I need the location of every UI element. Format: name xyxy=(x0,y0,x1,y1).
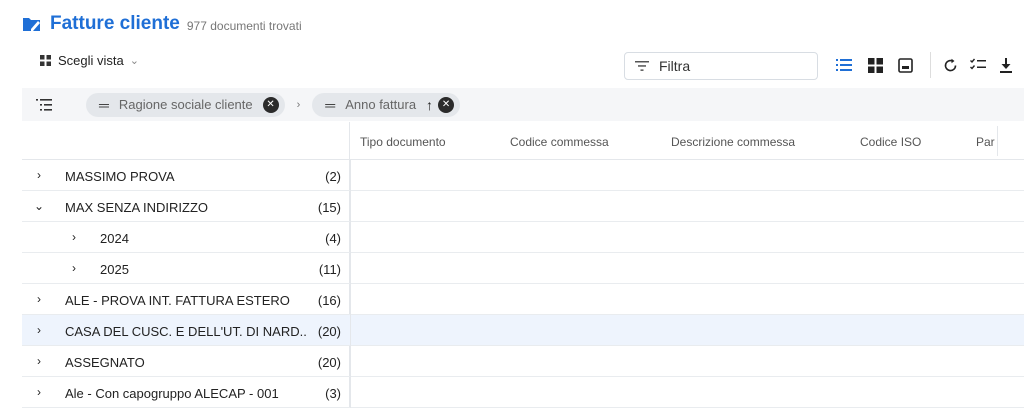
drag-handle-icon: ═ xyxy=(325,96,336,113)
drag-handle-icon: ═ xyxy=(99,96,109,113)
filter-field[interactable] xyxy=(624,52,818,80)
column-header-codice-iso[interactable]: Codice ISO xyxy=(860,135,921,149)
table-row[interactable]: ⌄ MAX SENZA INDIRIZZO (15) xyxy=(22,191,1024,222)
group-chip-label: Ragione sociale cliente xyxy=(118,97,253,112)
group-chip-label: Anno fattura xyxy=(345,97,417,112)
pane-splitter xyxy=(350,160,351,191)
refresh-icon xyxy=(944,58,956,71)
data-grid: Tipo documento Codice commessa Descrizio… xyxy=(22,122,1024,408)
page-header: Fatture cliente 977 documenti trovati xyxy=(22,12,302,36)
chevron-right-icon: › xyxy=(296,98,301,111)
filter-input[interactable] xyxy=(659,58,809,74)
column-header-tipo-documento[interactable]: Tipo documento xyxy=(360,135,446,149)
list-icon xyxy=(836,59,852,71)
table-row[interactable]: › CASA DEL CUSC. E DELL'UT. DI NARD... (… xyxy=(22,315,1024,346)
folder-edit-icon xyxy=(23,18,40,31)
column-divider xyxy=(997,126,998,156)
close-icon[interactable]: ✕ xyxy=(262,96,279,113)
chevron-right-icon[interactable]: › xyxy=(32,168,46,182)
pane-splitter xyxy=(350,284,351,315)
list-view-button[interactable] xyxy=(834,56,854,74)
pane-splitter xyxy=(350,377,351,408)
group-count: (20) xyxy=(317,324,341,339)
table-row[interactable]: › 2024 (4) xyxy=(22,222,1024,253)
group-count: (15) xyxy=(317,200,341,215)
table-row[interactable]: › MASSIMO PROVA (2) xyxy=(22,160,1024,191)
card-view-button[interactable] xyxy=(895,56,915,74)
image-card-icon xyxy=(897,57,913,73)
chevron-right-icon[interactable]: › xyxy=(32,292,46,306)
group-count: (3) xyxy=(325,386,341,401)
group-label: ASSEGNATO xyxy=(65,355,145,370)
refresh-button[interactable] xyxy=(940,56,960,74)
document-count: 977 documenti trovati xyxy=(186,18,302,33)
table-row[interactable]: › ALE - PROVA INT. FATTURA ESTERO (16) xyxy=(22,284,1024,315)
group-tree-icon[interactable] xyxy=(36,98,52,112)
tile-view-button[interactable] xyxy=(865,56,885,74)
chevron-down-icon: ⌄ xyxy=(129,55,139,67)
checklist-icon xyxy=(970,58,986,70)
chevron-down-icon[interactable]: ⌄ xyxy=(32,199,46,213)
download-button[interactable] xyxy=(996,56,1016,74)
group-chip-anno-fattura[interactable]: ═ Anno fattura ↑ ✕ xyxy=(312,92,461,117)
group-count: (4) xyxy=(325,231,341,246)
table-row[interactable]: › 2025 (11) xyxy=(22,253,1024,284)
group-by-bar: ═ Ragione sociale cliente ✕ › ═ Anno fat… xyxy=(22,88,1024,121)
table-row[interactable]: › ASSEGNATO (20) xyxy=(22,346,1024,377)
group-count: (16) xyxy=(317,293,341,308)
chevron-right-icon[interactable]: › xyxy=(67,261,81,275)
download-icon xyxy=(1000,57,1012,73)
column-header-codice-commessa[interactable]: Codice commessa xyxy=(510,135,609,149)
chevron-right-icon[interactable]: › xyxy=(32,323,46,337)
view-selector[interactable]: Scegli vista ⌄ xyxy=(40,53,139,68)
pane-splitter xyxy=(350,253,351,284)
pane-splitter xyxy=(350,315,351,346)
group-label: 2024 xyxy=(100,231,129,246)
table-row[interactable]: › Ale - Con capogruppo ALECAP - 001 (3) xyxy=(22,377,1024,408)
pane-splitter xyxy=(350,222,351,253)
page-title: Fatture cliente xyxy=(50,13,180,34)
column-select-button[interactable] xyxy=(968,56,988,74)
group-label: MAX SENZA INDIRIZZO xyxy=(65,200,209,215)
chevron-right-icon[interactable]: › xyxy=(67,230,81,244)
group-label: MASSIMO PROVA xyxy=(65,169,175,184)
chevron-right-icon[interactable]: › xyxy=(32,385,46,399)
view-selector-label: Scegli vista xyxy=(58,53,124,68)
chevron-right-icon[interactable]: › xyxy=(32,354,46,368)
group-label: ALE - PROVA INT. FATTURA ESTERO xyxy=(65,293,290,308)
group-label: CASA DEL CUSC. E DELL'UT. DI NARD... xyxy=(65,324,307,339)
column-header-descrizione-commessa[interactable]: Descrizione commessa xyxy=(671,135,795,149)
pane-splitter xyxy=(350,191,351,222)
pane-splitter xyxy=(350,346,351,377)
group-count: (2) xyxy=(325,169,341,184)
toolbar: Scegli vista ⌄ xyxy=(0,48,1024,82)
close-icon[interactable]: ✕ xyxy=(438,96,455,113)
column-header-row: Tipo documento Codice commessa Descrizio… xyxy=(350,122,1024,160)
group-label: Ale - Con capogruppo ALECAP - 001 xyxy=(65,386,279,401)
group-chip-ragione-sociale[interactable]: ═ Ragione sociale cliente ✕ xyxy=(86,92,285,117)
grid-icon xyxy=(40,55,51,66)
tiles-icon xyxy=(867,57,883,73)
filter-icon xyxy=(635,61,649,71)
toolbar-divider xyxy=(930,52,931,78)
group-count: (11) xyxy=(318,262,341,277)
group-count: (20) xyxy=(317,355,341,370)
column-header-par[interactable]: Par xyxy=(976,135,995,149)
sort-ascending-icon[interactable]: ↑ xyxy=(426,97,433,113)
group-label: 2025 xyxy=(100,262,129,277)
